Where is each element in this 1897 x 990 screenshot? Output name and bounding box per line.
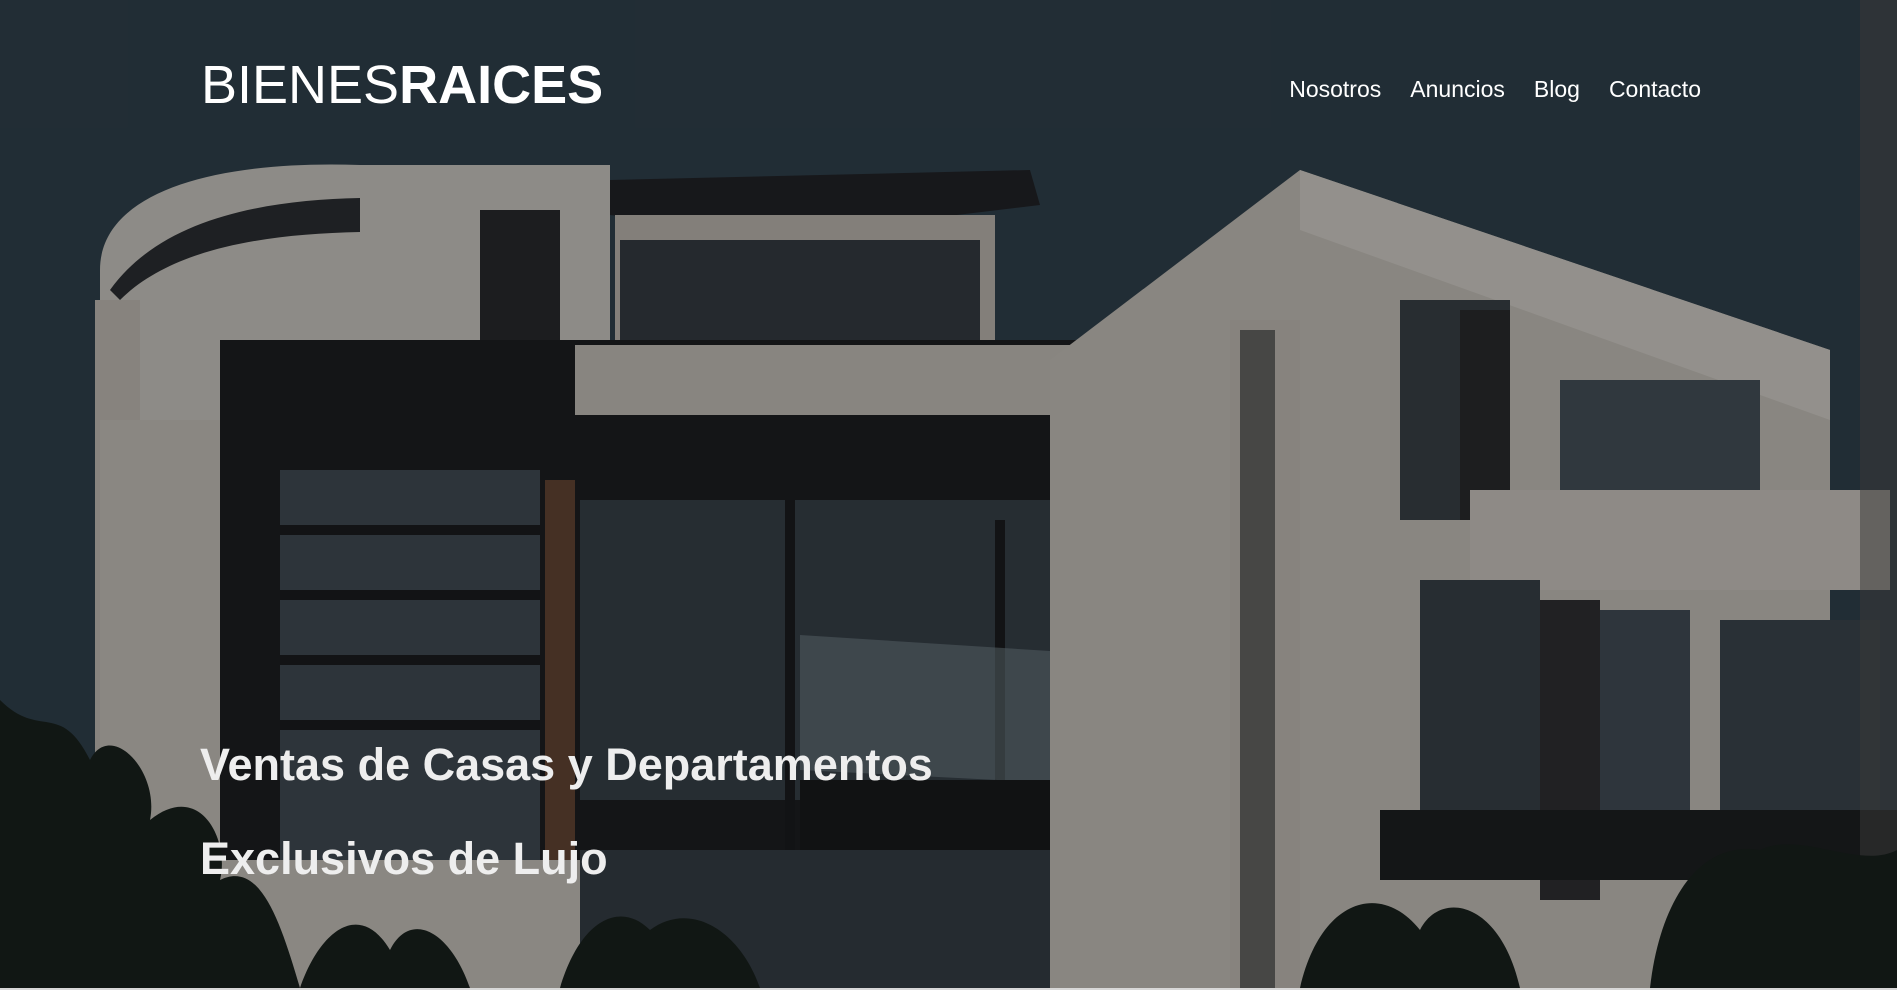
logo-light-text: BIENES bbox=[201, 55, 400, 115]
nav-link-contacto[interactable]: Contacto bbox=[1609, 74, 1701, 104]
site-header: BIENESRAICES Nosotros Anuncios Blog Cont… bbox=[201, 50, 1701, 120]
hero-heading-line2: Exclusivos de Lujo bbox=[200, 833, 608, 884]
hero-section: BIENESRAICES Nosotros Anuncios Blog Cont… bbox=[0, 0, 1897, 988]
nav-link-nosotros[interactable]: Nosotros bbox=[1289, 74, 1381, 104]
nav-link-blog[interactable]: Blog bbox=[1534, 74, 1580, 104]
main-nav: Nosotros Anuncios Blog Contacto bbox=[1289, 74, 1701, 104]
hero-heading: Ventas de Casas y Departamentos Exclusiv… bbox=[200, 718, 1300, 906]
logo[interactable]: BIENESRAICES bbox=[201, 54, 603, 116]
hero-heading-line1: Ventas de Casas y Departamentos bbox=[200, 739, 933, 790]
nav-link-anuncios[interactable]: Anuncios bbox=[1410, 74, 1505, 104]
logo-bold-text: RAICES bbox=[399, 55, 604, 115]
